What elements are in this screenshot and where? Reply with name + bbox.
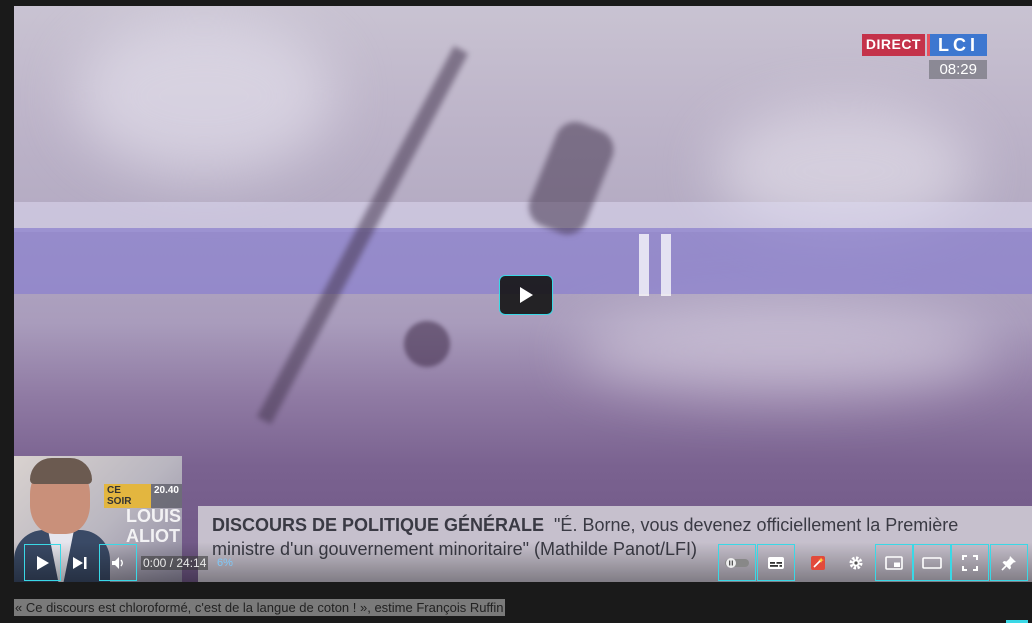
sparkle-button[interactable] (799, 544, 837, 581)
gear-icon (849, 556, 863, 569)
volume-button[interactable] (99, 544, 137, 581)
background-blur (574, 306, 994, 396)
background-blur (74, 16, 334, 176)
guest-first-name: LOUIS (126, 506, 182, 526)
studio-light-bar (661, 234, 671, 296)
caption-topic: DISCOURS DE POLITIQUE GÉNÉRALE (212, 515, 545, 535)
volume-icon (112, 556, 123, 569)
broadcast-clock: 08:29 (929, 60, 987, 79)
tonight-time: 20.40 (150, 484, 182, 508)
channel-logo: DIRECT LCI 08:29 (861, 34, 987, 79)
time-display: 0:00 / 24:14 (141, 556, 209, 570)
next-button[interactable] (63, 544, 97, 581)
microphone-ball (404, 321, 450, 367)
guest-name: LOUIS ALIOT (126, 506, 181, 546)
live-badge: DIRECT (861, 34, 925, 56)
settings-button[interactable] (837, 544, 875, 581)
control-bar: 0:00 / 24:14 6% (14, 542, 1032, 582)
logo-row: DIRECT LCI (861, 34, 987, 56)
miniplayer-icon (885, 555, 903, 570)
channel-name: LCI (927, 34, 987, 56)
next-icon (73, 556, 87, 569)
play-icon (520, 287, 533, 303)
video-title[interactable]: « Ce discours est chloroformé, c'est de … (14, 599, 505, 616)
theater-mode-button[interactable] (913, 544, 951, 581)
autoplay-toggle[interactable] (718, 544, 756, 581)
subtitles-icon (768, 556, 784, 569)
guest-hair (30, 458, 92, 484)
studio-light-bar (639, 234, 649, 296)
play-button[interactable] (24, 544, 61, 581)
fullscreen-button[interactable] (951, 544, 989, 581)
fullscreen-icon (962, 554, 978, 571)
play-icon (36, 555, 49, 570)
autoplay-toggle-icon (725, 557, 749, 568)
pin-button[interactable] (990, 544, 1028, 581)
page: DIRECT LCI 08:29 CE SOIR 20.40 LOUIS ALI… (0, 0, 1032, 623)
pin-icon (1001, 555, 1016, 571)
buffer-percent: 6% (217, 557, 233, 569)
miniplayer-button[interactable] (875, 544, 913, 581)
video-player[interactable]: DIRECT LCI 08:29 CE SOIR 20.40 LOUIS ALI… (14, 6, 1032, 582)
tonight-label: CE SOIR (104, 484, 151, 508)
theater-icon (922, 556, 942, 569)
sparkle-icon (811, 555, 825, 570)
subtitles-button[interactable] (757, 544, 795, 581)
big-play-button[interactable] (499, 275, 553, 315)
tonight-badge: CE SOIR 20.40 (104, 484, 182, 508)
